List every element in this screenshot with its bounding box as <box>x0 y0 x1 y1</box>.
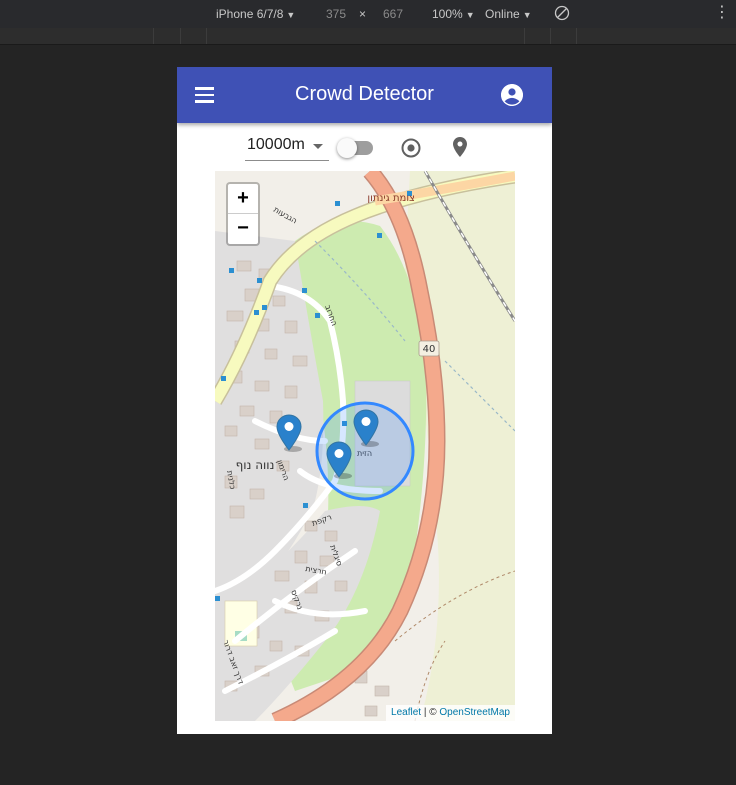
radius-select[interactable]: 10000m <box>245 133 329 161</box>
network-select[interactable]: Online ▼ <box>485 7 532 22</box>
zoom-in-button[interactable]: + <box>228 184 258 214</box>
leaflet-link[interactable]: Leaflet <box>391 707 421 718</box>
media-query-bar <box>0 28 736 45</box>
chevron-down-icon <box>313 144 323 149</box>
map-label-neighborhood: נווה נוף <box>236 458 275 472</box>
network-caret-icon: ▼ <box>522 10 532 20</box>
zoom-out-button[interactable]: − <box>228 214 258 243</box>
place-icon[interactable] <box>448 135 472 159</box>
times-sign: × <box>359 7 367 21</box>
openstreetmap-link[interactable]: OpenStreetMap <box>439 707 510 718</box>
controls-bar: 10000m <box>177 123 552 171</box>
zoom-control: + − <box>226 182 260 246</box>
device-caret-icon: ▼ <box>286 10 296 20</box>
crowd-marker-icon[interactable] <box>353 409 379 447</box>
crowd-marker-icon[interactable] <box>276 414 302 452</box>
map-attribution: Leaflet | © OpenStreetMap <box>386 705 515 721</box>
device-select[interactable]: iPhone 6/7/8 ▼ <box>216 7 295 22</box>
my-location-icon[interactable] <box>399 136 423 160</box>
device-viewport: Crowd Detector 10000m צומת גינתון 40 נוו… <box>177 67 552 734</box>
crowd-marker-icon[interactable] <box>326 441 352 479</box>
map-label-junction: צומת גינתון <box>367 193 415 204</box>
device-name: iPhone 6/7/8 <box>216 7 284 21</box>
viewport-width-input[interactable]: 375 <box>326 7 346 21</box>
zoom-select[interactable]: 100% ▼ <box>432 7 475 22</box>
live-toggle-switch[interactable] <box>337 137 377 159</box>
road-number-label: 40 <box>423 344 436 355</box>
devtools-device-toolbar: iPhone 6/7/8 ▼ 375 × 667 100% ▼ Online ▼ ⋮ <box>0 0 736 28</box>
account-circle-icon[interactable] <box>501 84 523 106</box>
attribution-separator: | © <box>421 707 440 718</box>
network-value: Online <box>485 7 520 21</box>
more-options-icon[interactable]: ⋮ <box>714 5 730 21</box>
rotate-icon[interactable] <box>554 5 570 24</box>
app-bar: Crowd Detector <box>177 67 552 123</box>
map-view[interactable]: צומת גינתון 40 נווה נוף הגבעות כלנית הרי… <box>215 171 515 721</box>
radius-value: 10000m <box>247 136 305 153</box>
app-title: Crowd Detector <box>295 83 434 105</box>
zoom-value: 100% <box>432 7 463 21</box>
zoom-caret-icon: ▼ <box>465 10 475 20</box>
viewport-height-input[interactable]: 667 <box>383 7 403 21</box>
